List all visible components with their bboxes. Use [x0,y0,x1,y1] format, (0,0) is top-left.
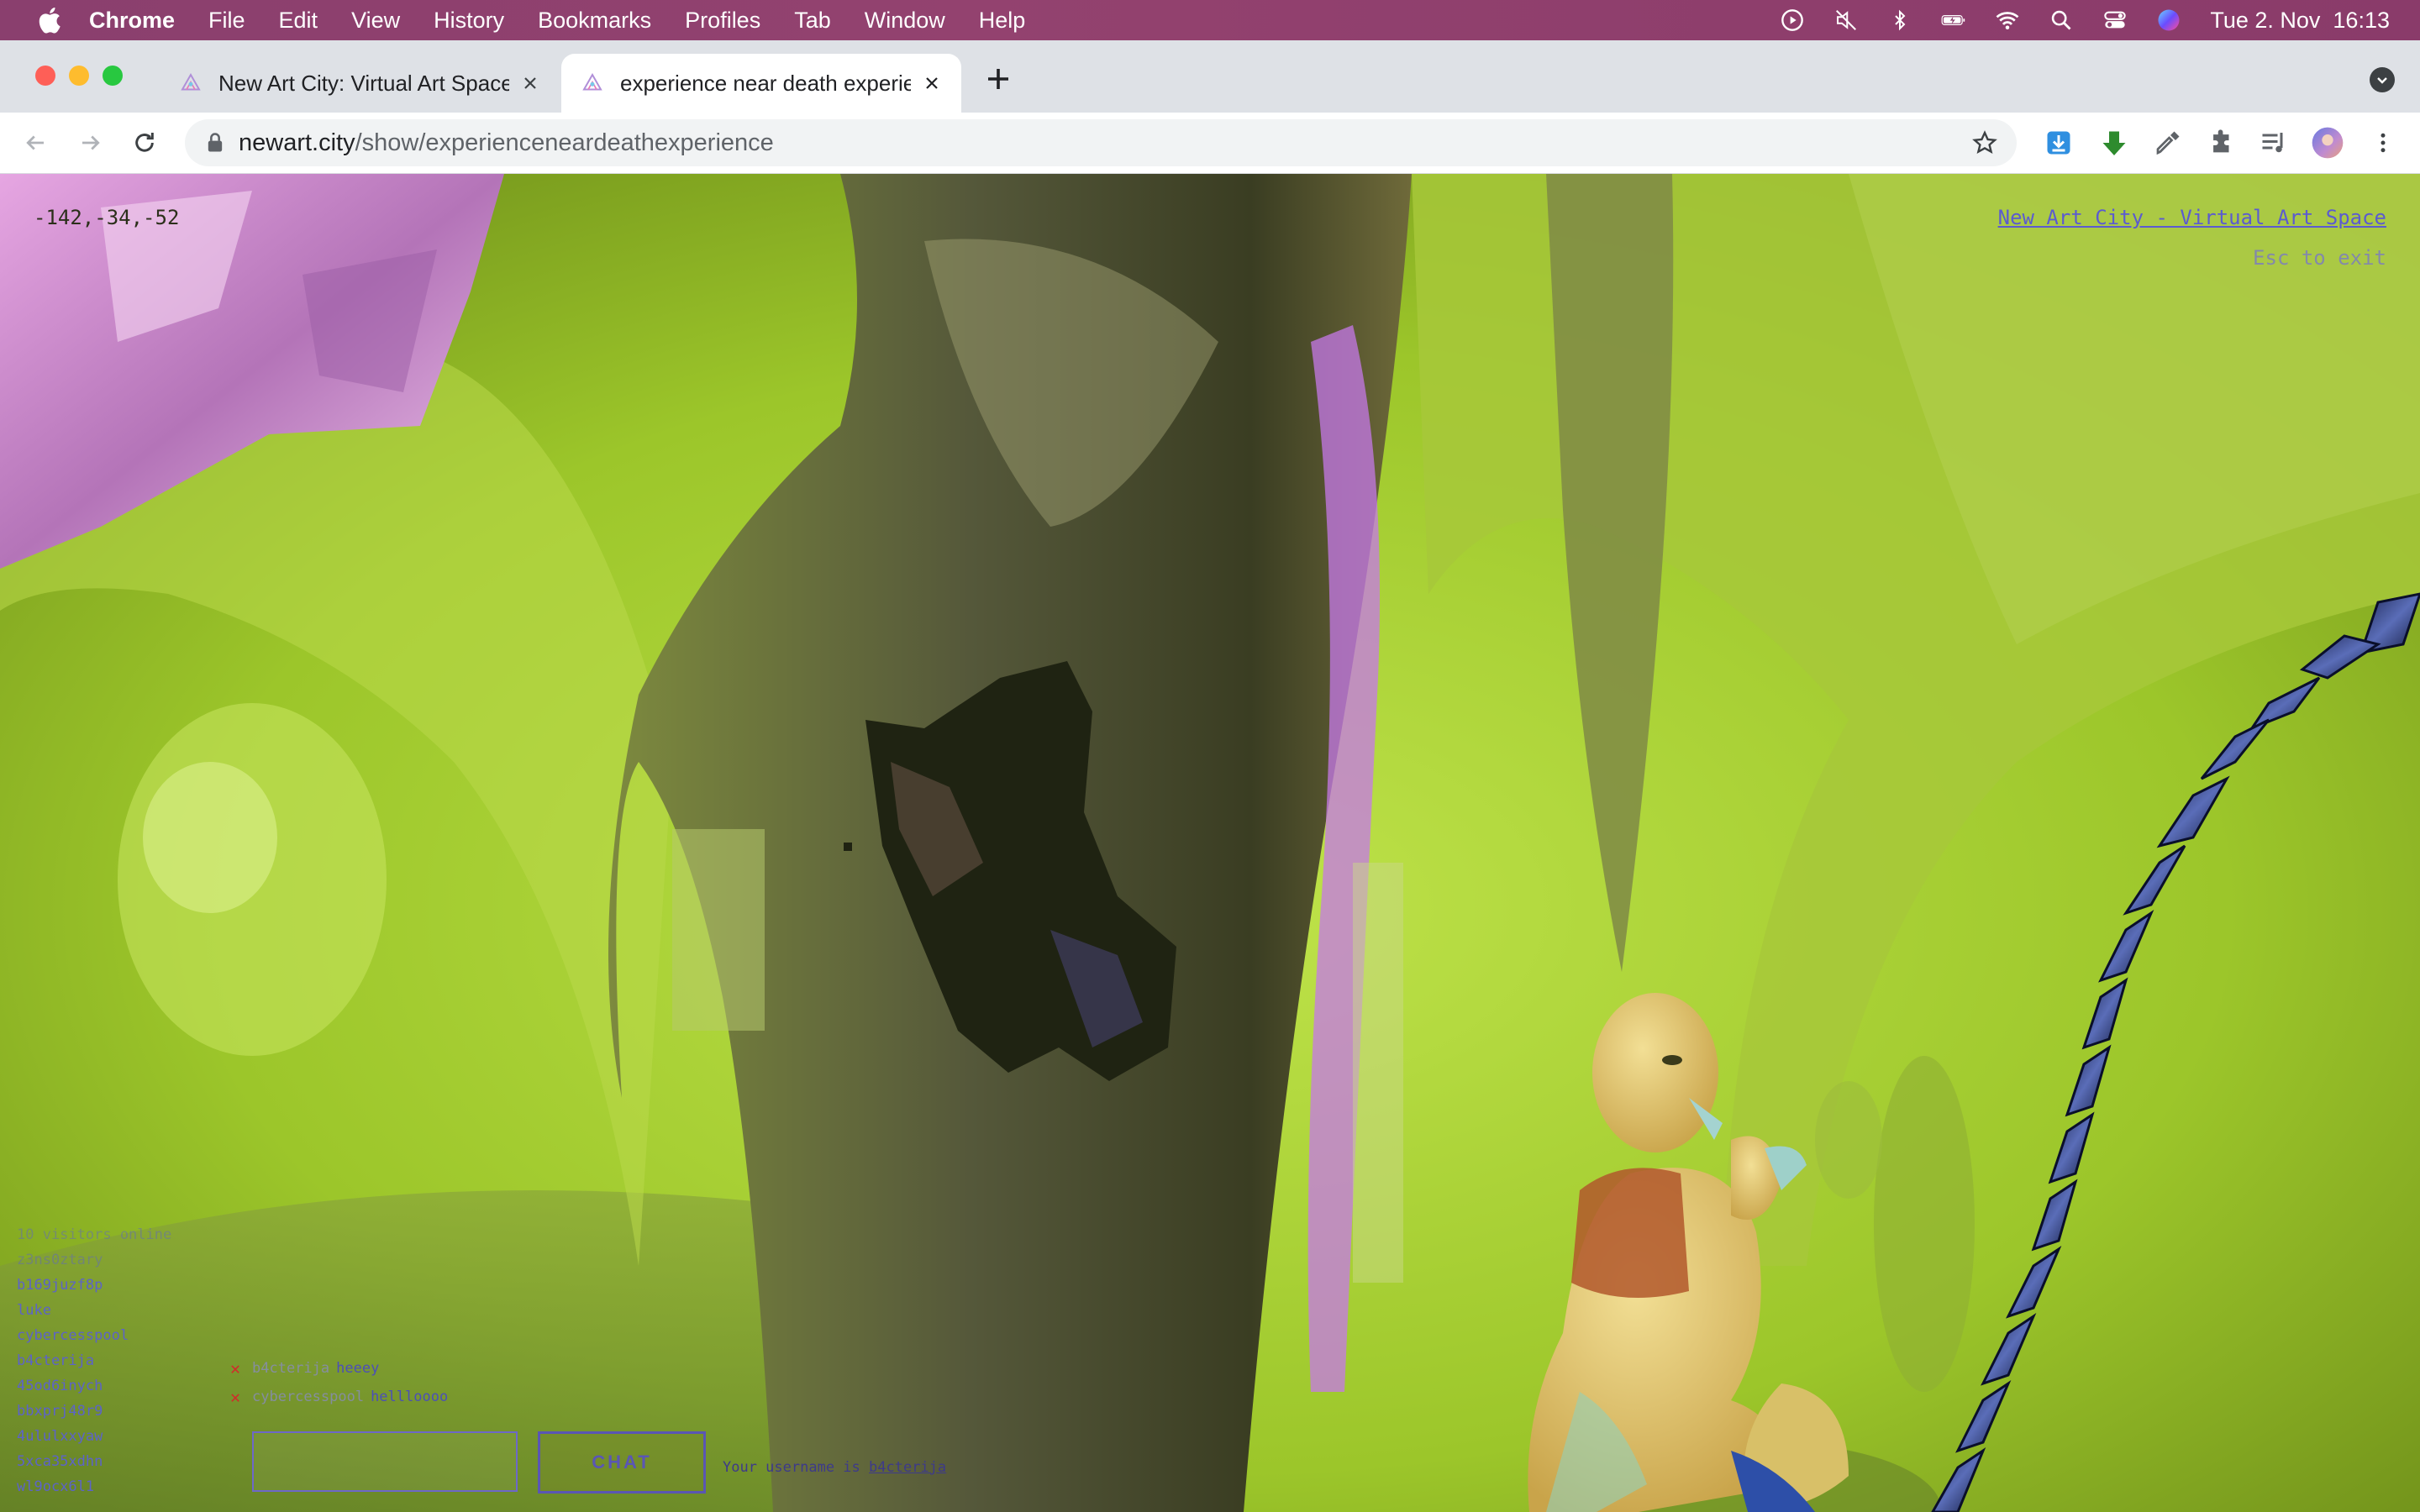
users-header: 10 visitors online [17,1226,172,1243]
menu-file[interactable]: File [208,8,245,34]
user-item[interactable]: luke [17,1298,171,1323]
new-art-city-favicon-icon [582,72,602,91]
menu-edit[interactable]: Edit [279,8,318,34]
bookmark-star-icon[interactable] [1971,129,1998,156]
username-prefix: Your username is [723,1459,860,1476]
menu-profiles[interactable]: Profiles [685,8,760,34]
url-path: /show/experienceneardeathexperience [355,129,774,156]
menu-bookmarks[interactable]: Bookmarks [538,8,651,34]
bluetooth-icon[interactable] [1887,8,1912,33]
profile-avatar[interactable] [2311,126,2344,160]
menubar-clock[interactable]: Tue 2. Nov 16:13 [2210,8,2390,34]
lock-icon[interactable] [203,131,227,155]
reading-list-icon[interactable] [2257,126,2291,160]
tab-title: New Art City: Virtual Art Space [218,70,509,96]
menu-help[interactable]: Help [979,8,1026,34]
position-coordinates: -142,-34,-52 [34,206,180,229]
user-item[interactable]: 5xca35xdhn [17,1449,171,1474]
user-item[interactable]: bbxprj48r9 [17,1399,171,1424]
battery-charging-icon[interactable] [1941,8,1966,33]
new-tab-plus-icon[interactable] [983,64,1013,94]
forward-arrow-icon[interactable] [76,128,106,158]
delete-message-x-icon[interactable]: ✕ [230,1354,245,1383]
tab-strip: New Art City: Virtual Art Space experien… [0,40,2420,113]
user-item[interactable]: b4cterija [17,1348,171,1373]
new-art-city-link[interactable]: New Art City - Virtual Art Space [1998,206,2386,229]
green-arrow-extension-icon[interactable] [2097,126,2131,160]
tab-experience-near-death[interactable]: experience near death experien [561,54,961,113]
tab-new-art-city[interactable]: New Art City: Virtual Art Space [160,54,560,113]
eyedropper-extension-icon[interactable] [2151,126,2185,160]
mute-icon[interactable] [1833,8,1859,33]
tab-close-icon[interactable] [919,71,944,96]
tab-search-chevron-icon[interactable] [2370,67,2395,92]
esc-to-exit-hint: Esc to exit [2253,246,2386,270]
macos-menu-bar: Chrome File Edit View History Bookmarks … [0,0,2420,40]
chat-username: b4cterija [252,1360,330,1377]
kebab-menu-icon[interactable] [2366,126,2400,160]
chat-username: cybercesspool [252,1389,365,1405]
chat-log: ✕ b4cterija heeey ✕ cybercesspool helllo… [230,1354,448,1411]
address-bar[interactable]: newart.city/show/experienceneardeathexpe… [185,119,2017,166]
chat-input[interactable] [252,1431,518,1492]
siri-icon[interactable] [2156,8,2181,33]
user-item[interactable]: z3ns0ztary [17,1247,171,1273]
window-close-button[interactable] [35,66,55,86]
username-link[interactable]: b4cterija [869,1459,946,1476]
user-item[interactable]: 45od6inych [17,1373,171,1399]
spotlight-search-icon[interactable] [2049,8,2074,33]
menu-window[interactable]: Window [865,8,945,34]
back-arrow-icon[interactable] [20,128,50,158]
menu-view[interactable]: View [351,8,400,34]
user-item[interactable]: 4ululxxyaw [17,1424,171,1449]
wifi-icon[interactable] [1995,8,2020,33]
chat-button[interactable]: CHAT [538,1431,706,1494]
username-note: Your username is b4cterija [723,1459,946,1476]
virtual-gallery-viewport[interactable]: -142,-34,-52 New Art City - Virtual Art … [0,174,2420,1512]
user-item[interactable]: cybercesspool [17,1323,171,1348]
chat-text: heeey [336,1360,380,1377]
online-users-list: 10 visitors online z3ns0ztary b169juzf8p… [17,1222,171,1499]
download-extension-icon[interactable] [2042,126,2075,160]
browser-toolbar: newart.city/show/experienceneardeathexpe… [0,113,2420,174]
url-host: newart.city [239,129,355,156]
menu-app-name[interactable]: Chrome [89,8,175,34]
user-item[interactable]: wl9ocx6l1 [17,1474,171,1499]
chat-message: ✕ cybercesspool hellloooo [230,1383,448,1411]
window-zoom-button[interactable] [103,66,123,86]
menu-history[interactable]: History [434,8,504,34]
menu-tab[interactable]: Tab [794,8,831,34]
3d-scene-render[interactable] [0,174,2420,1512]
window-minimize-button[interactable] [69,66,89,86]
puzzle-extensions-icon[interactable] [2205,126,2238,160]
control-center-icon[interactable] [2102,8,2128,33]
apple-menu-icon[interactable] [34,3,67,37]
user-item[interactable]: b169juzf8p [17,1273,171,1298]
chat-message: ✕ b4cterija heeey [230,1354,448,1383]
tab-close-icon[interactable] [518,71,543,96]
delete-message-x-icon[interactable]: ✕ [230,1383,245,1411]
tab-title: experience near death experien [620,70,911,96]
chat-text: hellloooo [371,1389,449,1405]
reload-icon[interactable] [129,128,160,158]
play-icon[interactable] [1780,8,1805,33]
new-art-city-favicon-icon [181,72,201,91]
url-text[interactable]: newart.city/show/experienceneardeathexpe… [239,129,774,157]
